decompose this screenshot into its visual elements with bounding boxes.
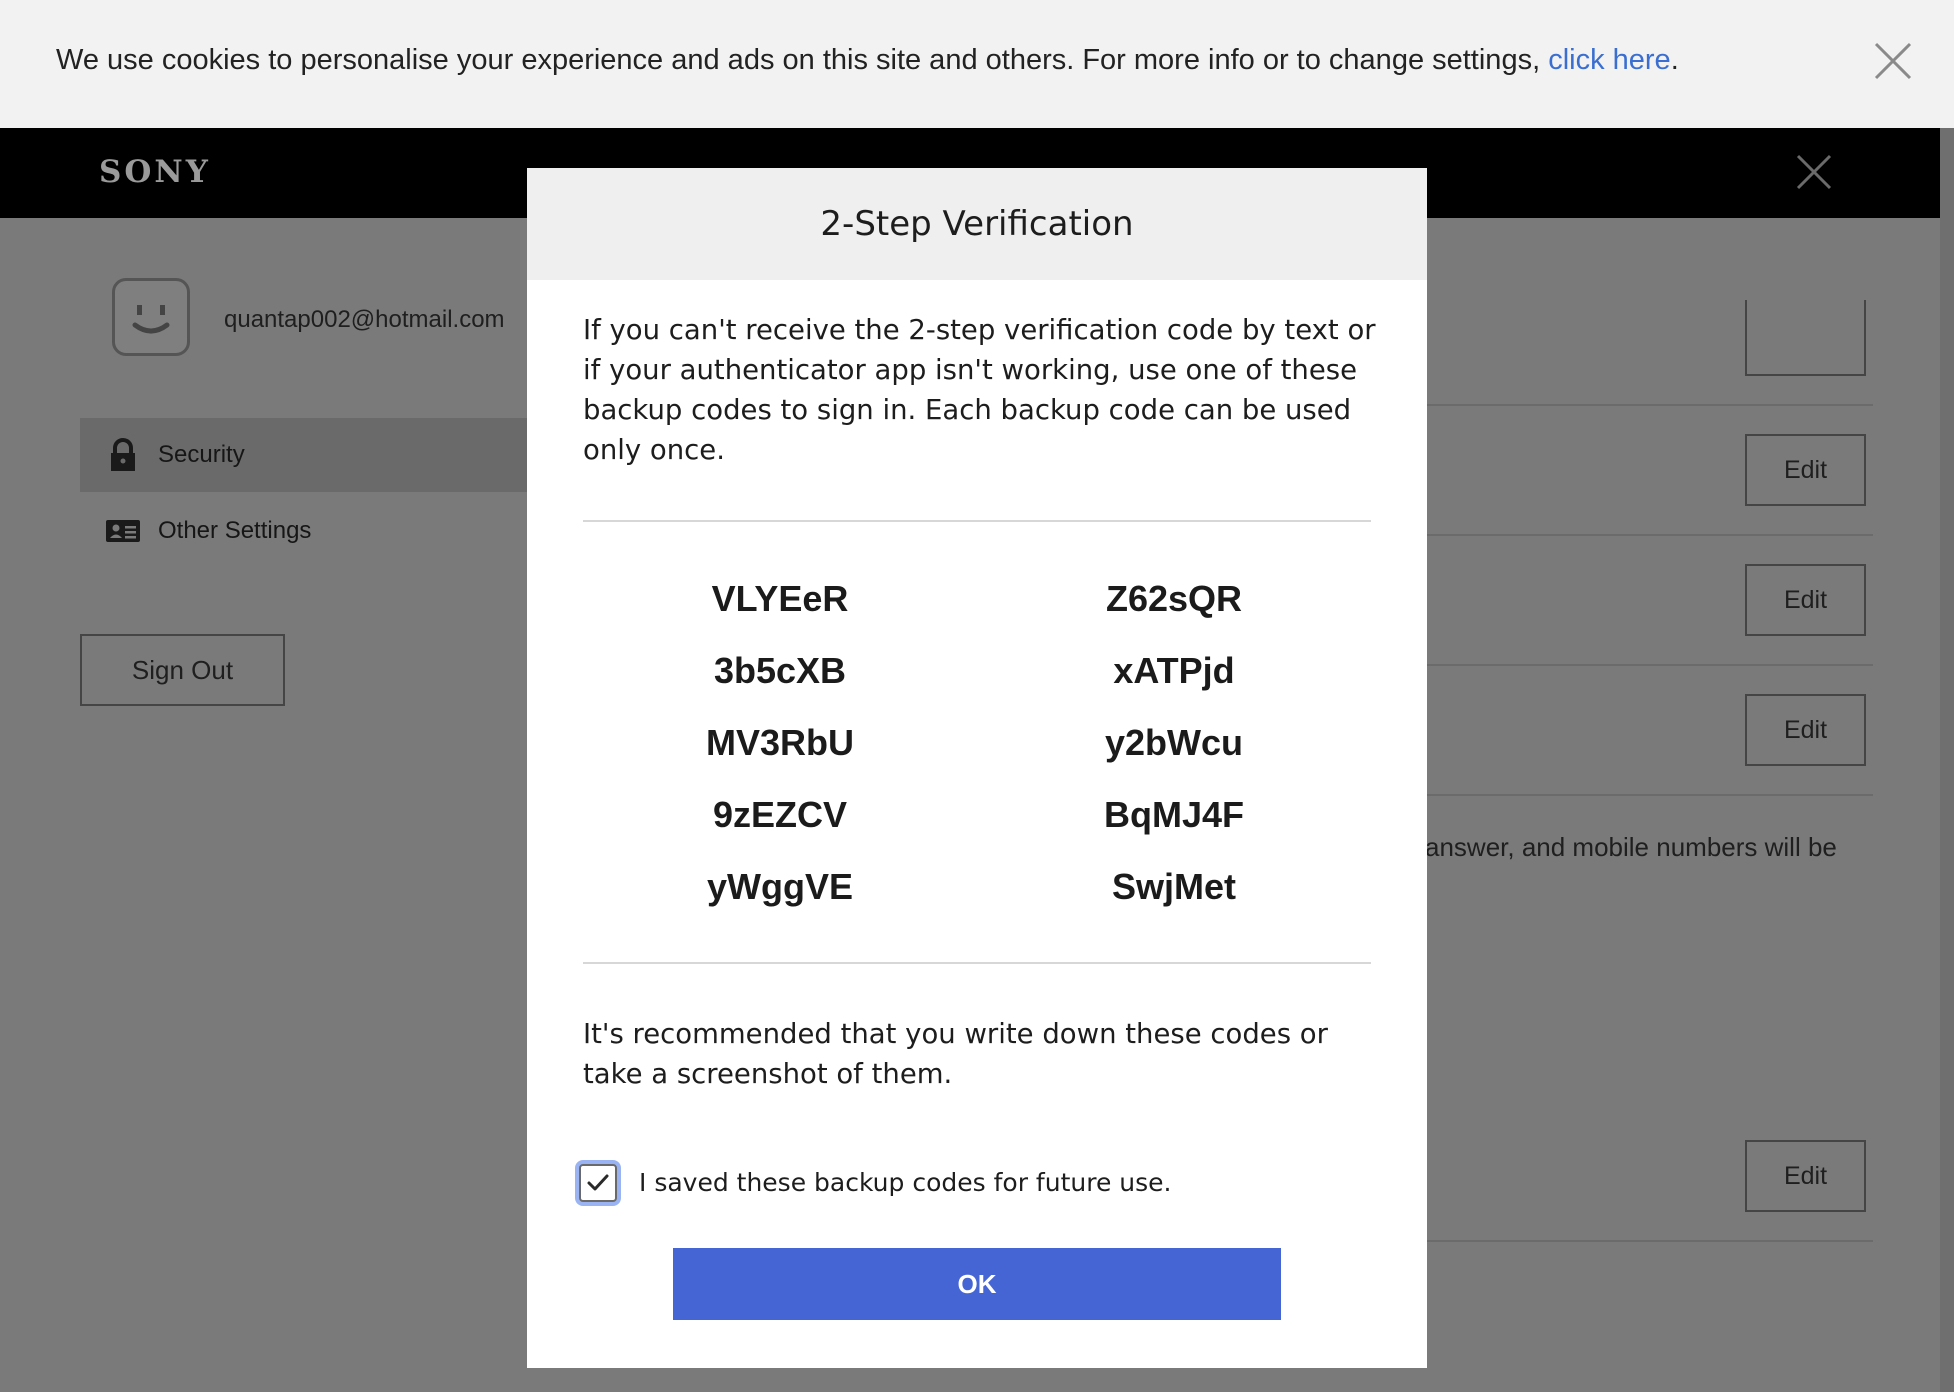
sidebar-item-label: Security [158, 441, 245, 468]
scrollbar[interactable] [1940, 128, 1954, 1392]
sony-logo: SONY [99, 154, 211, 190]
backup-code: Z62sQR [1105, 578, 1243, 619]
checkbox-label: I saved these backup codes for future us… [639, 1168, 1172, 1197]
backup-code: VLYEeR [711, 578, 849, 619]
header-close-icon[interactable] [1796, 154, 1832, 190]
edit-button[interactable]: Edit [1745, 564, 1866, 636]
backup-code: 3b5cXB [713, 650, 847, 691]
backup-code: 9zEZCV [712, 794, 848, 835]
dialog-note: It's recommended that you write down the… [583, 1018, 1328, 1090]
row-divider [1425, 1240, 1873, 1242]
close-icon[interactable] [1872, 40, 1914, 82]
divider [583, 520, 1371, 522]
lock-icon [111, 438, 135, 471]
edit-button[interactable]: Edit [1745, 434, 1866, 506]
avatar [112, 278, 190, 356]
cookie-message: We use cookies to personalise your exper… [56, 44, 1679, 77]
ok-button[interactable]: OK [673, 1248, 1281, 1320]
dialog-title: 2-Step Verification [820, 204, 1134, 244]
sidebar-item-other-settings[interactable]: Other Settings [80, 494, 540, 568]
row-divider [1425, 404, 1873, 406]
backup-code: BqMJ4F [1103, 794, 1244, 835]
backup-codes-dialog: 2-Step Verification If you can't receive… [527, 168, 1427, 1368]
sidebar-item-security[interactable]: Security [80, 418, 540, 492]
row-divider [1425, 534, 1873, 536]
edit-button[interactable]: Edit [1745, 1140, 1866, 1212]
backup-code: MV3RbU [705, 722, 854, 763]
cookie-settings-link[interactable]: click here [1548, 44, 1671, 76]
security-info-text: answer, and mobile numbers will be [1425, 832, 1837, 862]
sidebar-item-label: Other Settings [158, 517, 312, 544]
saved-codes-checkbox[interactable] [579, 1164, 617, 1202]
backup-code: xATPjd [1113, 650, 1235, 691]
backup-code: SwjMet [1111, 866, 1236, 907]
checkmark-icon [587, 1174, 609, 1191]
divider [583, 962, 1371, 964]
account-email: quantap002@hotmail.com [224, 306, 505, 333]
row-divider [1425, 664, 1873, 666]
dialog-intro: If you can't receive the 2-step verifica… [583, 314, 1376, 466]
backup-code: y2bWcu [1104, 722, 1244, 763]
sign-out-button[interactable]: Sign Out [80, 634, 285, 706]
cookie-banner: We use cookies to personalise your exper… [0, 0, 1954, 128]
dialog-header: 2-Step Verification [527, 168, 1427, 280]
smiley-icon [132, 305, 170, 334]
row-divider [1425, 794, 1873, 796]
edit-button-partial[interactable] [1745, 300, 1866, 376]
id-card-icon [106, 520, 140, 542]
edit-button[interactable]: Edit [1745, 694, 1866, 766]
cookie-text: We use cookies to personalise your exper… [56, 44, 1549, 76]
backup-code: yWggVE [706, 866, 853, 907]
cookie-suffix: . [1670, 44, 1679, 76]
